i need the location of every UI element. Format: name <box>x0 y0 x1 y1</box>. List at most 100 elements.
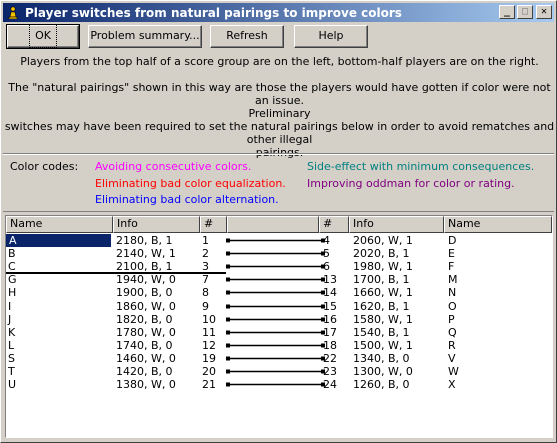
pairing-connector <box>226 378 326 394</box>
left-info-cell: 1740, B, 0 <box>116 338 173 352</box>
right-info-cell: 2060, W, 1 <box>353 234 413 247</box>
left-info-cell: 1380, W, 0 <box>116 378 176 392</box>
table-row[interactable]: T 1420, B, 0 20 23 1300, W, 0W <box>6 365 552 378</box>
problem-summary-button[interactable]: Problem summary... <box>88 25 202 48</box>
col-header-num-right[interactable]: # <box>319 216 349 233</box>
explanation-text: Players from the top half of a score gro… <box>1 55 557 159</box>
col-header-name-right[interactable]: Name <box>444 216 552 233</box>
code-equalization: Eliminating bad color equalization. <box>95 177 286 190</box>
table-row[interactable]: B 2140, W, 1 2 5 2020, B, 1E <box>6 247 552 260</box>
left-name-cell: B <box>8 247 16 261</box>
window-title: Player switches from natural pairings to… <box>25 5 402 20</box>
col-header-connector[interactable] <box>227 216 319 233</box>
left-number-cell: 12 <box>202 338 216 352</box>
left-name-cell: J <box>8 312 12 326</box>
right-name-cell: W <box>448 365 459 378</box>
table-row[interactable]: S 1460, W, 0 19 22 1340, B, 0V <box>6 352 552 365</box>
left-number-cell: 1 <box>202 234 209 247</box>
info-line-1: Players from the top half of a score gro… <box>20 55 539 68</box>
left-info-cell: 1420, B, 0 <box>116 365 173 378</box>
left-name-cell: C <box>8 260 16 274</box>
right-name-cell: Q <box>448 325 457 339</box>
left-number-cell: 2 <box>202 247 209 261</box>
left-name-cell: A <box>6 234 111 247</box>
right-info-cell: 1540, B, 1 <box>353 325 410 339</box>
ok-button[interactable]: OK <box>6 24 80 49</box>
col-header-name-left[interactable]: Name <box>6 216 113 233</box>
left-info-cell: 2100, B, 1 <box>116 260 173 274</box>
left-info-cell: 1820, B, 0 <box>116 312 173 326</box>
left-info-cell: 1900, B, 0 <box>116 286 173 300</box>
col-header-num-left[interactable]: # <box>200 216 227 233</box>
right-name-cell: M <box>448 273 458 287</box>
right-info-cell: 1580, W, 1 <box>353 312 413 326</box>
table-row[interactable]: J 1820, B, 0 10 16 1580, W, 1P <box>6 313 552 326</box>
pawn-icon <box>6 6 20 20</box>
table-row[interactable]: G 1940, W, 0 7 13 1700, B, 1M <box>6 273 552 286</box>
right-name-cell: R <box>448 338 456 352</box>
left-number-cell: 19 <box>202 351 216 365</box>
table-row[interactable]: H 1900, B, 0 8 14 1660, W, 1N <box>6 286 552 299</box>
color-codes-legend: Color codes: Avoiding consecutive colors… <box>10 160 550 212</box>
pairings-list[interactable]: Name Info # # Info Name A 2180, B, 1 1 4 206… <box>5 215 553 438</box>
table-row[interactable]: A 2180, B, 1 1 4 2060, W, 1D <box>6 234 552 247</box>
left-name-cell: T <box>8 365 15 378</box>
refresh-label: Refresh <box>226 29 268 42</box>
right-info-cell: 1260, B, 0 <box>353 378 410 392</box>
left-number-cell: 11 <box>202 325 216 339</box>
minimize-button[interactable]: _ <box>499 5 515 19</box>
right-name-cell: D <box>448 234 457 247</box>
ok-button-label: OK <box>29 24 57 48</box>
problem-summary-label: Problem summary... <box>90 29 200 42</box>
left-number-cell: 9 <box>202 299 209 313</box>
left-name-cell: H <box>8 286 17 300</box>
left-number-cell: 10 <box>202 312 216 326</box>
right-name-cell: X <box>448 378 456 392</box>
left-number-cell: 3 <box>202 260 209 274</box>
left-info-cell: 1940, W, 0 <box>116 273 176 287</box>
right-info-cell: 1620, B, 1 <box>353 299 410 313</box>
left-name-cell: S <box>8 351 15 365</box>
right-info-cell: 1300, W, 0 <box>353 365 413 378</box>
col-header-info-right[interactable]: Info <box>349 216 444 233</box>
code-oddman: Improving oddman for color or rating. <box>307 177 515 190</box>
col-header-info-left[interactable]: Info <box>113 216 200 233</box>
refresh-button[interactable]: Refresh <box>210 25 284 48</box>
right-name-cell: F <box>448 260 455 274</box>
title-bar[interactable]: Player switches from natural pairings to… <box>3 3 554 22</box>
help-button[interactable]: Help <box>294 25 368 48</box>
left-name-cell: I <box>8 299 12 313</box>
table-row[interactable]: U 1380, W, 0 21 24 1260, B, 0X <box>6 378 552 391</box>
divider-bottom <box>3 211 554 212</box>
table-row[interactable]: L 1740, B, 0 12 18 1500, W, 1R <box>6 339 552 352</box>
info-line-4: switches may have been required to set t… <box>4 120 555 146</box>
left-name-cell: U <box>8 378 17 392</box>
left-info-cell: 1780, W, 0 <box>116 325 176 339</box>
right-info-cell: 1980, W, 1 <box>353 260 413 274</box>
table-row[interactable]: C 2100, B, 1 3 6 1980, W, 1F <box>6 260 552 273</box>
right-name-cell: N <box>448 286 457 300</box>
left-name-cell: K <box>8 325 16 339</box>
info-line-3: Preliminary <box>248 107 311 120</box>
left-number-cell: 7 <box>202 273 209 287</box>
dialog-window: Player switches from natural pairings to… <box>0 0 557 443</box>
info-line-2: The "natural pairings" shown in this way… <box>8 81 551 107</box>
table-row[interactable]: K 1780, W, 0 11 17 1540, B, 1Q <box>6 326 552 339</box>
maximize-button[interactable]: □ <box>517 5 533 19</box>
left-number-cell: 20 <box>202 365 216 378</box>
left-info-cell: 2140, W, 1 <box>116 247 176 261</box>
right-info-cell: 1500, W, 1 <box>353 338 413 352</box>
list-header: Name Info # # Info Name <box>6 216 552 233</box>
left-number-cell: 21 <box>202 378 216 392</box>
right-name-cell: O <box>448 299 457 313</box>
right-info-cell: 2020, B, 1 <box>353 247 410 261</box>
left-name-cell: L <box>8 338 15 352</box>
left-info-cell: 1860, W, 0 <box>116 299 176 313</box>
close-button[interactable]: ✕ <box>536 5 552 19</box>
right-name-cell: V <box>448 351 456 365</box>
left-number-cell: 8 <box>202 286 209 300</box>
left-name-cell: G <box>8 273 17 287</box>
right-info-cell: 1660, W, 1 <box>353 286 413 300</box>
code-side-effect: Side-effect with minimum consequences. <box>307 160 535 173</box>
table-row[interactable]: I 1860, W, 0 9 15 1620, B, 1O <box>6 300 552 313</box>
